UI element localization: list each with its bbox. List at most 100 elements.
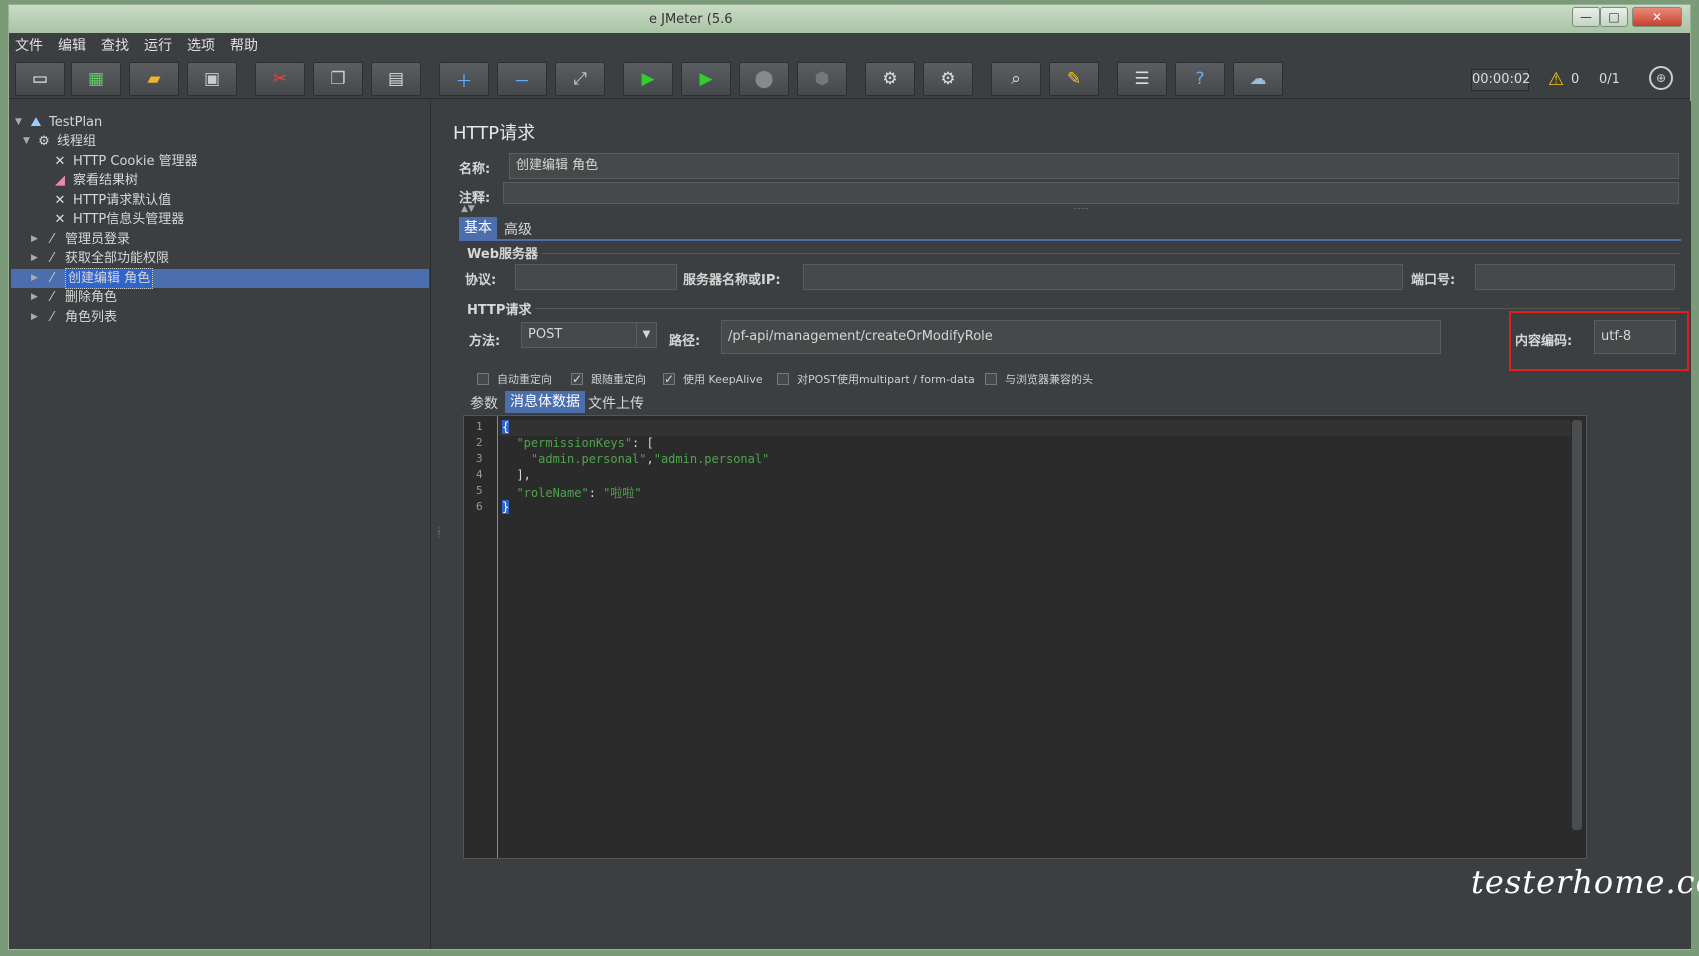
open-icon[interactable]: ▰ xyxy=(129,62,179,96)
tree-item-label: HTTP信息头管理器 xyxy=(73,212,185,227)
method-select[interactable]: POST ▼ xyxy=(521,322,657,348)
web-server-group-title: Web服务器 xyxy=(467,243,542,262)
pipette-icon: ⁄ xyxy=(50,251,54,266)
search-icon[interactable]: ⌕ xyxy=(991,62,1041,96)
stop-icon[interactable]: ⬤ xyxy=(739,62,789,96)
tree-item-role-list[interactable]: ▶ ⁄ 角色列表 xyxy=(31,308,117,327)
code-key: "permissionKeys" xyxy=(516,436,633,450)
multipart-checkbox[interactable]: 对POST使用multipart / form-data xyxy=(777,371,975,387)
minimize-button[interactable]: — xyxy=(1572,7,1600,27)
auto-redirect-checkbox[interactable]: 自动重定向 xyxy=(477,371,552,387)
help-icon[interactable]: ? xyxy=(1175,62,1225,96)
tree-item-testplan[interactable]: ▼ ⛰ TestPlan xyxy=(15,113,102,132)
expand-icon[interactable]: ＋ xyxy=(439,62,489,96)
toggle-icon[interactable]: ⤢ xyxy=(555,62,605,96)
path-field[interactable]: /pf-api/management/createOrModifyRole xyxy=(721,320,1441,354)
tree-item-delete-role[interactable]: ▶ ⁄ 删除角色 xyxy=(31,288,117,307)
copy-icon[interactable]: ❐ xyxy=(313,62,363,96)
tree-item-thread-group[interactable]: ▼ ⚙ 线程组 xyxy=(23,132,96,151)
comment-field[interactable] xyxy=(503,182,1679,204)
tab-body-data[interactable]: 消息体数据 xyxy=(505,391,585,413)
checkbox-label: 与浏览器兼容的头 xyxy=(1005,373,1093,386)
remote-icon[interactable]: ☁ xyxy=(1233,62,1283,96)
new-icon[interactable]: ▭ xyxy=(15,62,65,96)
chevron-down-icon[interactable]: ▼ xyxy=(636,323,656,347)
tab-parameters[interactable]: 参数 xyxy=(465,393,503,415)
tree-item-admin-login[interactable]: ▶ ⁄ 管理员登录 xyxy=(31,230,130,249)
paste-icon[interactable]: ▤ xyxy=(371,62,421,96)
browser-headers-checkbox[interactable]: 与浏览器兼容的头 xyxy=(985,371,1093,387)
window-title: e JMeter (5.6 xyxy=(649,12,733,27)
code-line: } xyxy=(502,500,510,514)
shutdown-icon[interactable]: ⬢ xyxy=(797,62,847,96)
tree-item-get-permissions[interactable]: ▶ ⁄ 获取全部功能权限 xyxy=(31,249,169,268)
toolbar: ▭ ▦ ▰ ▣ ✂ ❐ ▤ ＋ － ⤢ ▶ ▶ ⬤ ⬢ ⚙ ⚙ ⌕ ✎ ☰ ? … xyxy=(9,57,1690,99)
code-line: "roleName": "啦啦" xyxy=(502,484,641,501)
expand-arrow-icon[interactable]: ▶ xyxy=(31,230,43,249)
encoding-field[interactable]: utf-8 xyxy=(1594,320,1676,354)
expand-arrow-icon[interactable]: ▶ xyxy=(31,269,43,288)
tab-basic[interactable]: 基本 xyxy=(459,217,497,239)
checkmark-icon[interactable]: ✓ xyxy=(571,373,583,385)
checkbox-box[interactable] xyxy=(777,373,789,385)
checkbox-box[interactable] xyxy=(477,373,489,385)
menu-edit[interactable]: 编辑 xyxy=(58,35,86,55)
menu-options[interactable]: 选项 xyxy=(187,35,215,55)
protocol-field[interactable] xyxy=(515,264,677,290)
menu-file[interactable]: 文件 xyxy=(15,35,43,55)
menu-help[interactable]: 帮助 xyxy=(230,35,258,55)
vertical-scrollbar[interactable] xyxy=(1572,420,1582,830)
start-no-pause-icon[interactable]: ▶ xyxy=(681,62,731,96)
name-field[interactable]: 创建编辑 角色 xyxy=(509,153,1679,179)
tab-advanced[interactable]: 高级 xyxy=(499,219,537,241)
code-punct: , xyxy=(646,452,654,466)
chart-icon: ◢ xyxy=(55,173,65,188)
menu-run[interactable]: 运行 xyxy=(144,35,172,55)
follow-redirect-checkbox[interactable]: ✓ 跟随重定向 xyxy=(571,371,646,387)
menu-search[interactable]: 查找 xyxy=(101,35,129,55)
collapse-icon[interactable]: － xyxy=(497,62,547,96)
splitter-grip-icon[interactable]: ⋮ ⋮ xyxy=(435,527,443,539)
tree-item-cookie-manager[interactable]: ✕ HTTP Cookie 管理器 xyxy=(39,152,198,171)
keepalive-checkbox[interactable]: ✓ 使用 KeepAlive xyxy=(663,371,763,387)
tree-item-create-role[interactable]: ▶ ⁄ 创建编辑 角色 xyxy=(11,268,429,289)
expand-arrow-icon[interactable]: ▶ xyxy=(31,249,43,268)
server-label: 服务器名称或IP: xyxy=(683,273,781,288)
encoding-label: 内容编码: xyxy=(1515,334,1573,349)
clear-icon[interactable]: ⚙ xyxy=(865,62,915,96)
save-icon[interactable]: ▣ xyxy=(187,62,237,96)
collapse-arrow-icon[interactable]: ▲▼ xyxy=(461,204,475,214)
active-threads: 0/1 xyxy=(1599,72,1620,87)
expand-arrow-icon[interactable]: ▼ xyxy=(15,113,27,132)
tree-item-label: TestPlan xyxy=(49,115,103,130)
expand-arrow-icon[interactable]: ▶ xyxy=(31,288,43,307)
close-button[interactable]: ✕ xyxy=(1632,7,1682,27)
body-editor[interactable]: 1 2 3 4 5 6 { "permissionKeys": [ "admin… xyxy=(463,415,1587,859)
clear-all-icon[interactable]: ⚙ xyxy=(923,62,973,96)
expand-arrow-icon[interactable]: ▶ xyxy=(31,308,43,327)
checkbox-box[interactable] xyxy=(985,373,997,385)
resize-handle-icon[interactable]: ⋯⋯ xyxy=(1073,204,1089,213)
function-helper-icon[interactable]: ☰ xyxy=(1117,62,1167,96)
line-number: 2 xyxy=(476,436,483,449)
tree-item-header-manager[interactable]: ✕ HTTP信息头管理器 xyxy=(39,210,185,229)
pipette-icon: ⁄ xyxy=(50,271,54,286)
port-field[interactable] xyxy=(1475,264,1675,290)
maximize-button[interactable]: □ xyxy=(1600,7,1628,27)
cut-icon[interactable]: ✂ xyxy=(255,62,305,96)
panel-splitter[interactable]: ⋮ ⋮ xyxy=(431,101,443,949)
server-field[interactable] xyxy=(803,264,1403,290)
templates-icon[interactable]: ▦ xyxy=(71,62,121,96)
globe-icon[interactable]: ⊕ xyxy=(1649,66,1673,90)
wrench-icon: ✕ xyxy=(54,154,66,169)
pipette-icon: ⁄ xyxy=(50,290,54,305)
reset-search-icon[interactable]: ✎ xyxy=(1049,62,1099,96)
checkmark-icon[interactable]: ✓ xyxy=(663,373,675,385)
warning-icon[interactable]: ⚠ xyxy=(1548,69,1564,90)
expand-arrow-icon[interactable]: ▼ xyxy=(23,132,35,151)
current-line-highlight xyxy=(499,420,1571,436)
tree-item-view-results[interactable]: ◢ 察看结果树 xyxy=(39,171,138,190)
start-icon[interactable]: ▶ xyxy=(623,62,673,96)
tab-file-upload[interactable]: 文件上传 xyxy=(583,393,649,415)
tree-item-http-defaults[interactable]: ✕ HTTP请求默认值 xyxy=(39,191,172,210)
